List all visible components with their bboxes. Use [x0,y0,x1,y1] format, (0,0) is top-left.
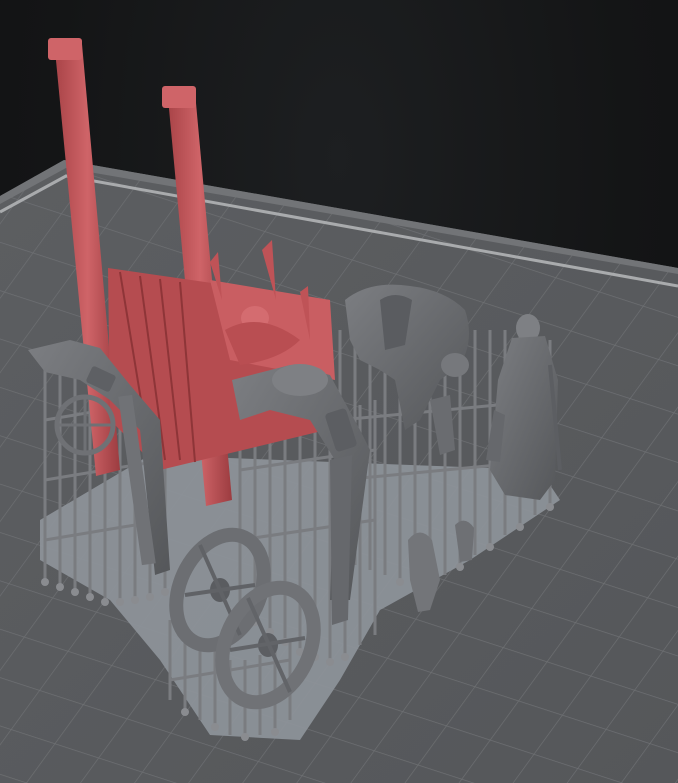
scene-canvas[interactable] [0,0,678,783]
3d-viewport[interactable] [0,0,678,783]
